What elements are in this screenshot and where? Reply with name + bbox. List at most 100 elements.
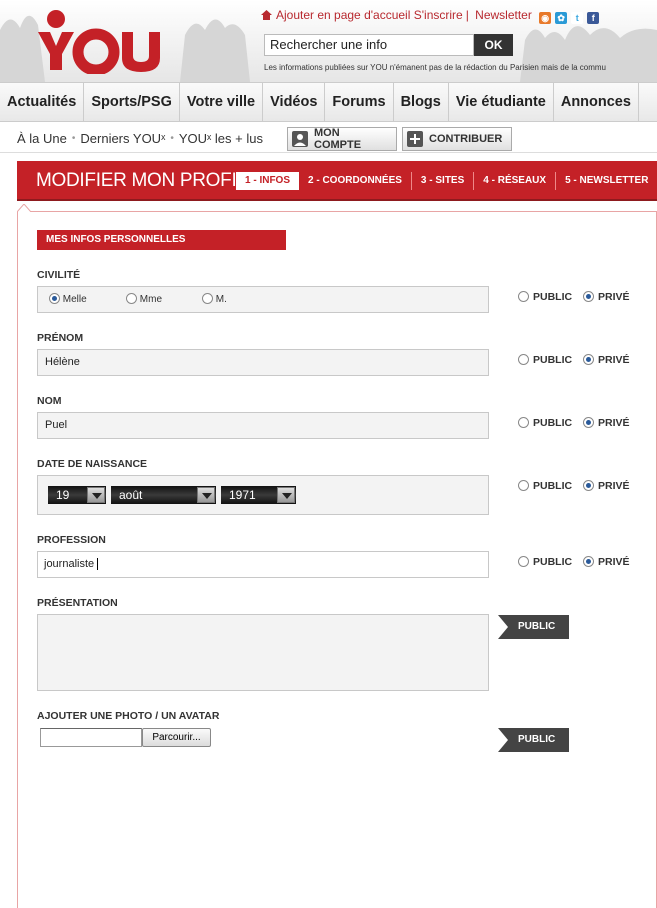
nav-videos[interactable]: Vidéos bbox=[263, 83, 326, 121]
prive-radio[interactable] bbox=[583, 556, 595, 567]
photo-public-tag: PUBLIC bbox=[498, 728, 569, 752]
photo-file-input[interactable] bbox=[40, 728, 142, 747]
nav-vie-etudiante[interactable]: Vie étudiante bbox=[449, 83, 554, 121]
main-nav: Actualités Sports/PSG Votre ville Vidéos… bbox=[0, 82, 657, 122]
presentation-textarea[interactable] bbox=[37, 614, 489, 691]
civilite-m[interactable]: M. bbox=[202, 293, 227, 305]
public-label: PUBLIC bbox=[533, 354, 573, 366]
melle-label: Melle bbox=[62, 294, 87, 305]
presentation-public-tag: PUBLIC bbox=[498, 615, 569, 639]
prive-radio[interactable] bbox=[583, 291, 595, 302]
dob-label: DATE DE NAISSANCE bbox=[37, 458, 148, 470]
profession-value: journaliste bbox=[44, 558, 95, 570]
panel-notch bbox=[17, 204, 31, 212]
prive-label: PRIVÉ bbox=[598, 480, 630, 492]
public-label: PUBLIC bbox=[533, 556, 573, 568]
prive-label: PRIVÉ bbox=[598, 417, 630, 429]
tab-infos[interactable]: 1 - INFOS bbox=[236, 172, 300, 190]
add-homepage-link[interactable]: Ajouter en page d'accueil bbox=[276, 8, 410, 22]
profile-banner: MODIFIER MON PROFIL 1 - INFOS 2 - COORDO… bbox=[17, 161, 657, 201]
profession-input[interactable]: journaliste bbox=[37, 551, 489, 578]
nav-actualites[interactable]: Actualités bbox=[0, 83, 85, 121]
civilite-melle[interactable]: Melle bbox=[49, 293, 87, 305]
civilite-field: Melle Mme M. bbox=[37, 286, 489, 313]
prive-radio[interactable] bbox=[583, 354, 595, 365]
public-radio[interactable] bbox=[518, 480, 529, 491]
prive-radio[interactable] bbox=[583, 417, 595, 428]
disclaimer-text: Les informations publiées sur YOU n'éman… bbox=[264, 63, 607, 72]
civilite-label: CIVILITÉ bbox=[37, 269, 81, 281]
divider: | bbox=[465, 8, 469, 22]
search-input[interactable]: Rechercher une info bbox=[264, 34, 474, 56]
nav-blogs[interactable]: Blogs bbox=[394, 83, 449, 121]
prive-radio[interactable] bbox=[583, 480, 595, 491]
site-header: Ajouter en page d'accueil S'inscrire | Ne… bbox=[0, 0, 657, 82]
user-icon bbox=[292, 131, 308, 147]
you-logo[interactable] bbox=[34, 8, 174, 74]
prive-label: PRIVÉ bbox=[598, 291, 630, 303]
nav-votre-ville[interactable]: Votre ville bbox=[180, 83, 264, 121]
home-icon bbox=[261, 10, 272, 20]
chevron-down-icon bbox=[197, 487, 215, 503]
nom-privacy: PUBLIC PRIVÉ bbox=[518, 417, 630, 429]
search-ok-button[interactable]: OK bbox=[474, 34, 513, 56]
tab-coordonnees[interactable]: 2 - COORDONNÉES bbox=[299, 172, 411, 190]
dob-field: 19 août 1971 bbox=[37, 475, 489, 515]
profession-privacy: PUBLIC PRIVÉ bbox=[518, 556, 630, 568]
nav-annonces[interactable]: Annonces bbox=[554, 83, 639, 121]
radio-melle[interactable] bbox=[49, 293, 60, 304]
dob-day-select[interactable]: 19 bbox=[48, 486, 106, 504]
share-icon[interactable]: ✿ bbox=[555, 12, 568, 24]
civilite-privacy: PUBLIC PRIVÉ bbox=[518, 291, 630, 303]
rss-icon[interactable]: ◉ bbox=[539, 12, 552, 24]
divider bbox=[0, 152, 657, 153]
nav-sports[interactable]: Sports/PSG bbox=[84, 83, 180, 121]
browse-button[interactable]: Parcourir... bbox=[142, 728, 211, 747]
public-label: PUBLIC bbox=[533, 480, 573, 492]
dob-year-value: 1971 bbox=[229, 488, 256, 502]
public-label: PUBLIC bbox=[533, 417, 573, 429]
presentation-label: PRÉSENTATION bbox=[37, 597, 118, 609]
dob-year-select[interactable]: 1971 bbox=[221, 486, 296, 504]
subnav-a-la-une[interactable]: À la Une bbox=[17, 131, 67, 146]
civilite-mme[interactable]: Mme bbox=[126, 293, 162, 305]
public-radio[interactable] bbox=[518, 291, 529, 302]
sub-nav: À la Une • Derniers YOUˣ • YOUˣ les + lu… bbox=[17, 127, 263, 149]
mon-compte-button[interactable]: MON COMPTE bbox=[287, 127, 397, 151]
public-label: PUBLIC bbox=[533, 291, 573, 303]
profile-tabs: 1 - INFOS 2 - COORDONNÉES 3 - SITES 4 - … bbox=[236, 172, 657, 190]
dob-privacy: PUBLIC PRIVÉ bbox=[518, 480, 630, 492]
dob-month-select[interactable]: août bbox=[111, 486, 216, 504]
subnav-derniers[interactable]: Derniers YOUˣ bbox=[80, 131, 165, 146]
contribuer-button[interactable]: CONTRIBUER bbox=[402, 127, 512, 151]
bullet: • bbox=[71, 132, 76, 144]
prenom-input[interactable]: Hélène bbox=[37, 349, 489, 376]
profession-label: PROFESSION bbox=[37, 534, 106, 546]
m-label: M. bbox=[215, 294, 227, 305]
dob-day-value: 19 bbox=[56, 488, 70, 502]
subnav-les-plus-lus[interactable]: YOUˣ les + lus bbox=[179, 131, 263, 146]
mon-compte-label: MON COMPTE bbox=[314, 127, 362, 151]
nav-forums[interactable]: Forums bbox=[325, 83, 394, 121]
prive-label: PRIVÉ bbox=[598, 354, 630, 366]
radio-mme[interactable] bbox=[126, 293, 137, 304]
tab-reseaux[interactable]: 4 - RÉSEAUX bbox=[473, 172, 555, 190]
facebook-icon[interactable]: f bbox=[587, 12, 600, 24]
dob-month-value: août bbox=[119, 488, 143, 502]
newsletter-link[interactable]: Newsletter bbox=[475, 8, 532, 22]
section-header: MES INFOS PERSONNELLES bbox=[37, 230, 286, 250]
twitter-icon[interactable]: t bbox=[571, 12, 584, 24]
text-cursor bbox=[97, 558, 99, 570]
signup-link[interactable]: S'inscrire bbox=[414, 8, 463, 22]
public-radio[interactable] bbox=[518, 556, 529, 567]
radio-m[interactable] bbox=[202, 293, 213, 304]
chevron-down-icon bbox=[277, 487, 295, 503]
public-radio[interactable] bbox=[518, 354, 529, 365]
nom-label: NOM bbox=[37, 395, 62, 407]
tab-newsletter[interactable]: 5 - NEWSLETTER bbox=[555, 172, 657, 190]
mme-label: Mme bbox=[139, 294, 163, 305]
public-radio[interactable] bbox=[518, 417, 529, 428]
tab-sites[interactable]: 3 - SITES bbox=[410, 172, 473, 190]
prenom-privacy: PUBLIC PRIVÉ bbox=[518, 354, 630, 366]
nom-input[interactable]: Puel bbox=[37, 412, 489, 439]
